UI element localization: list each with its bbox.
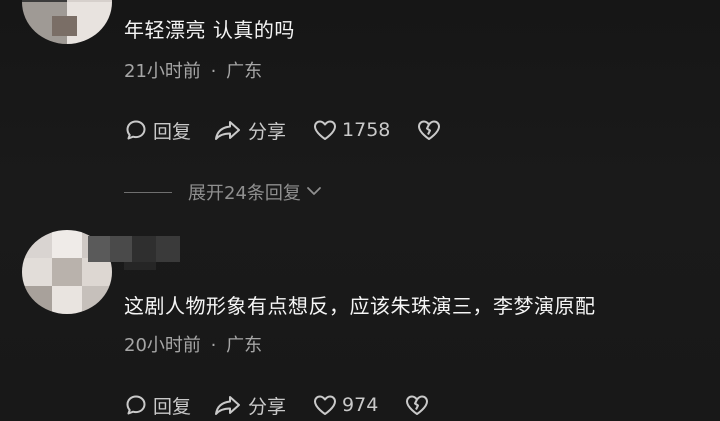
avatar-pixel	[82, 258, 112, 286]
name-blur-block	[124, 262, 156, 270]
avatar-pixel	[52, 16, 77, 36]
comment-time: 20小时前	[124, 335, 201, 356]
avatar-pixel	[52, 258, 82, 286]
comment-location: 广东	[226, 335, 263, 356]
reply-label: 回复	[153, 395, 192, 418]
share-arrow-icon	[213, 393, 243, 417]
reply-button[interactable]: 回复	[124, 117, 191, 144]
name-blur-block	[88, 236, 110, 262]
comment-text: 年轻漂亮 认真的吗	[124, 18, 295, 42]
comment-meta: 20小时前 · 广东	[124, 334, 262, 358]
avatar-pixel	[22, 286, 52, 314]
comment-text: 这剧人物形象有点想反，应该朱珠演三，李梦演原配	[124, 294, 596, 318]
like-button[interactable]: 1758	[312, 118, 390, 142]
meta-separator: ·	[210, 61, 217, 82]
chevron-down-icon	[305, 182, 323, 203]
speech-bubble-icon	[124, 118, 148, 142]
share-button[interactable]: 分享	[213, 117, 286, 144]
share-button[interactable]: 分享	[213, 392, 286, 419]
comment-location: 广东	[226, 61, 263, 82]
name-blur-block	[110, 236, 132, 262]
reply-label: 回复	[153, 120, 192, 143]
avatar[interactable]	[22, 0, 112, 44]
like-button[interactable]: 974	[312, 393, 378, 417]
broken-heart-icon	[416, 118, 442, 142]
meta-separator: ·	[210, 335, 217, 356]
avatar-pixel	[82, 286, 112, 314]
heart-outline-icon	[312, 118, 338, 142]
replies-divider	[124, 191, 172, 193]
expand-replies-label: 展开24条回复	[188, 183, 301, 204]
share-label: 分享	[248, 120, 287, 143]
comment-time: 21小时前	[124, 61, 201, 82]
avatar-pixel	[22, 230, 52, 258]
name-blur-block	[156, 236, 180, 262]
share-arrow-icon	[213, 118, 243, 142]
avatar-pixel	[52, 286, 82, 314]
dislike-button[interactable]	[416, 118, 442, 142]
like-count: 974	[342, 394, 379, 416]
name-blur-block	[132, 236, 156, 262]
comment-actions: 回复 分享 974	[124, 391, 430, 419]
avatar-pixel	[22, 258, 52, 286]
broken-heart-icon	[404, 393, 430, 417]
share-label: 分享	[248, 395, 287, 418]
reply-button[interactable]: 回复	[124, 392, 191, 419]
dislike-button[interactable]	[404, 393, 430, 417]
comment-meta: 21小时前 · 广东	[124, 60, 262, 84]
heart-outline-icon	[312, 393, 338, 417]
expand-replies-button[interactable]: 展开24条回复	[124, 180, 323, 204]
speech-bubble-icon	[124, 393, 148, 417]
like-count: 1758	[342, 119, 391, 141]
comment-actions: 回复 分享 1758	[124, 116, 442, 144]
avatar-pixel	[52, 230, 82, 258]
